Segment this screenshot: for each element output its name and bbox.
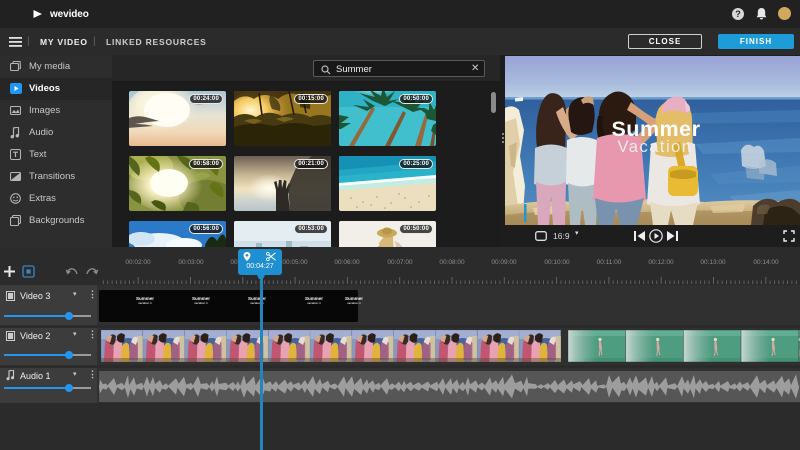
svg-text:Vacation: Vacation — [618, 138, 693, 156]
svg-text:vacation 1: vacation 1 — [194, 301, 208, 305]
svg-text:vacation 1: vacation 1 — [138, 301, 152, 305]
svg-text:vacation 1: vacation 1 — [307, 301, 321, 305]
svg-text:vacation 1: vacation 1 — [347, 301, 361, 305]
